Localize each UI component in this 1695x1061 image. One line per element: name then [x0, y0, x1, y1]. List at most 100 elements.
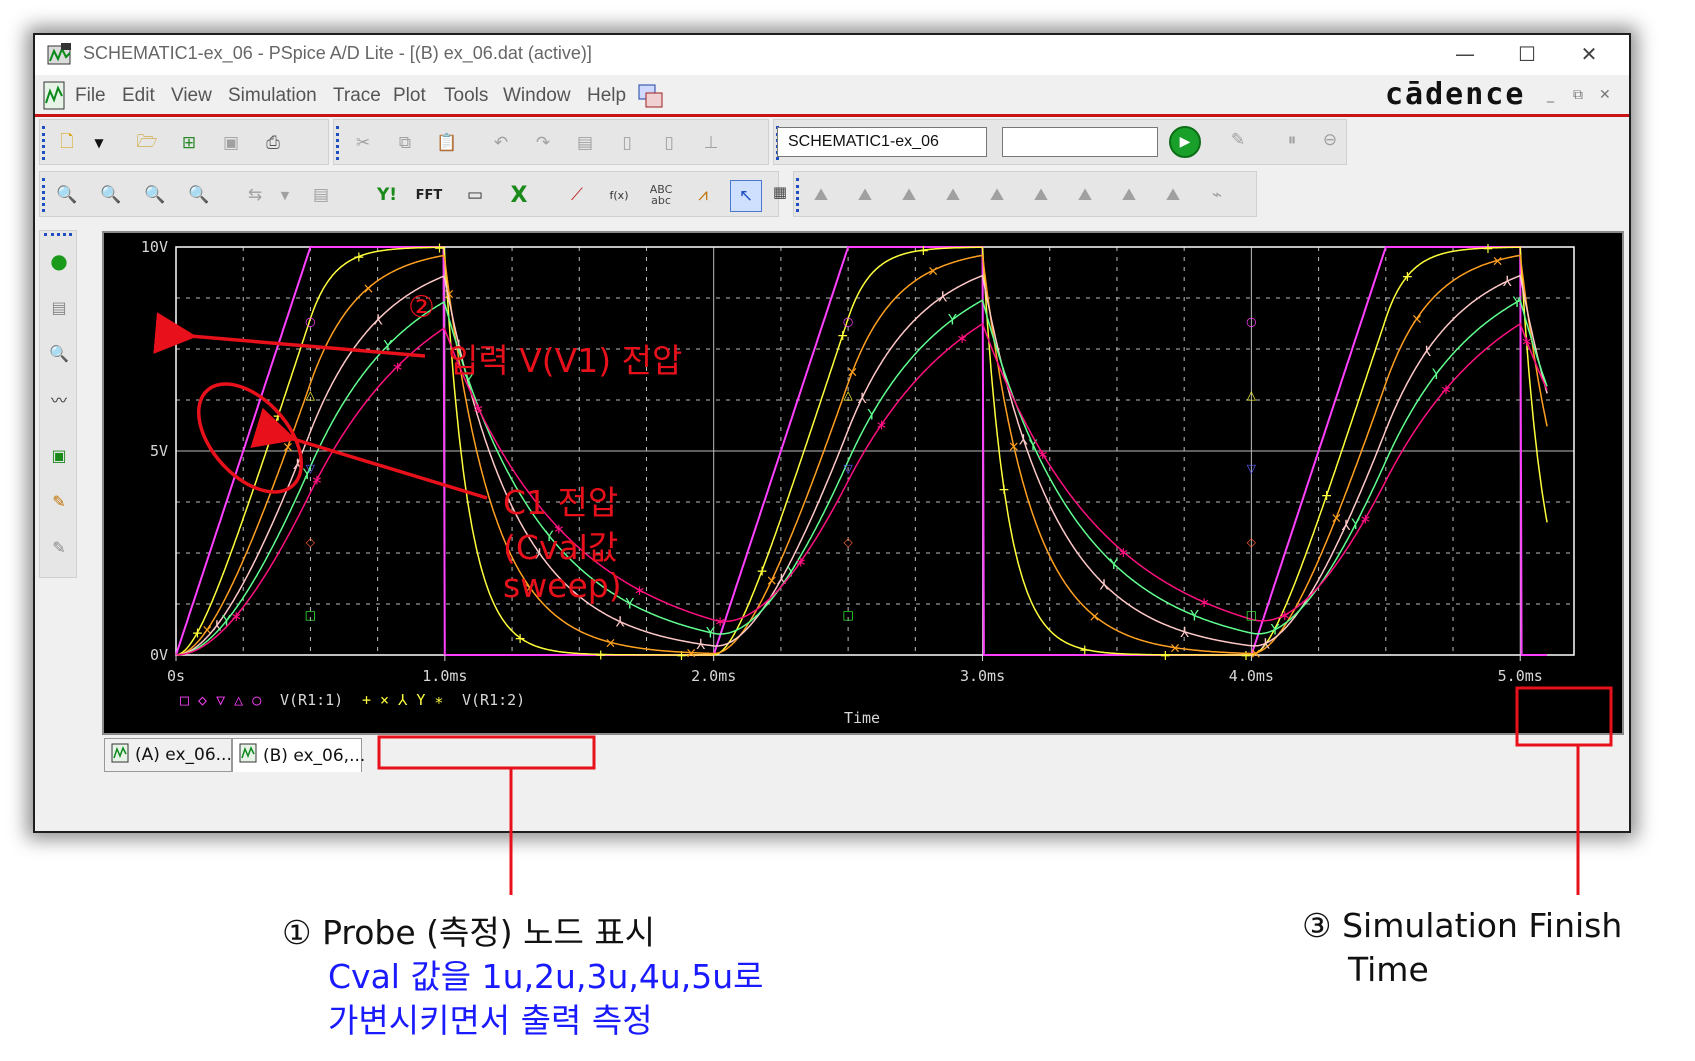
copy-icon[interactable]: ⧉ — [390, 128, 420, 158]
document-icon[interactable] — [43, 81, 67, 115]
toolbar-grip[interactable] — [796, 178, 802, 212]
probe-plot-window[interactable]: + + + + + + + + + + + + + + + + + × × × × × × × × × × × × × × × × × ⅄ ⅄ ⅄ ⅄ ⅄ ⅄… — [102, 231, 1624, 735]
node-marker: ▽ — [843, 461, 853, 475]
node-marker: □ — [1246, 608, 1257, 622]
zoom-out-icon[interactable]: 🔍 — [96, 180, 126, 210]
schematic-select[interactable]: SCHEMATIC1-ex_06 — [777, 127, 987, 157]
cursor-peak-icon[interactable]: ⩘ — [688, 180, 718, 210]
markers-icon[interactable]: ⊥ — [696, 128, 726, 158]
menu-simulation[interactable]: Simulation — [228, 85, 317, 107]
menu-file[interactable]: File — [75, 85, 106, 107]
menu-window[interactable]: Window — [503, 85, 571, 107]
zoom-fit-icon[interactable]: 🔍 — [52, 180, 82, 210]
redo-icon[interactable]: ↷ — [528, 128, 558, 158]
toolbar-grip[interactable] — [336, 126, 342, 160]
cursor-next-transition-icon[interactable]: ⛰ — [1114, 180, 1144, 210]
add-trace-icon[interactable]: ⟋ — [562, 180, 592, 210]
view-output-file-icon[interactable]: 🔍 — [45, 339, 73, 367]
paste-icon[interactable]: 📋 — [432, 128, 462, 158]
y-tick-label: 10V — [141, 238, 168, 256]
save-icon[interactable]: ▣ — [216, 128, 246, 158]
mark-point-icon[interactable]: ⌁ — [1202, 180, 1232, 210]
minimize-button[interactable]: — — [1445, 41, 1485, 67]
tab-ex06-a[interactable]: (A) ex_06... — [104, 738, 232, 772]
log-axis-icon[interactable]: ⇆ — [240, 180, 270, 210]
toggle-marker-icon[interactable]: ▯ — [654, 128, 684, 158]
excel-export-icon[interactable]: X — [504, 180, 534, 210]
edit-waveform-icon[interactable]: ✎ — [45, 487, 73, 515]
mdi-close-button[interactable]: ✕ — [1599, 87, 1611, 103]
tab-ex06-b[interactable]: (B) ex_06,... — [232, 738, 365, 772]
maximize-button[interactable]: ☐ — [1507, 41, 1547, 67]
text-label-icon[interactable]: ABC abc — [646, 180, 676, 210]
performance-analysis-icon[interactable]: ▭ — [460, 180, 490, 210]
append-waveform-icon[interactable]: ⊞ — [174, 128, 204, 158]
toolbar-grip[interactable] — [42, 126, 48, 160]
cursor-search-icon[interactable]: ⛰ — [1070, 180, 1100, 210]
trace-marker: × — [1411, 311, 1423, 327]
menu-trace[interactable]: Trace — [333, 85, 381, 107]
trace-marker: ∗ — [1440, 382, 1452, 398]
node-marker: ▽ — [1247, 461, 1257, 475]
simulation-profile-input[interactable] — [1002, 127, 1158, 157]
cursor-peak-icon[interactable]: ⛰ — [806, 180, 836, 210]
toolbar-grip[interactable] — [44, 233, 72, 239]
cascade-windows-icon[interactable] — [637, 83, 665, 115]
menu-view[interactable]: View — [171, 85, 212, 107]
edit-simulation-settings-icon[interactable]: ✎ — [1223, 125, 1253, 155]
output-window-icon[interactable]: ▤ — [45, 293, 73, 321]
annotation-2-number: ② — [408, 290, 435, 325]
menu-help[interactable]: Help — [587, 85, 626, 107]
close-button[interactable]: ✕ — [1569, 41, 1609, 67]
trace-marker: ∗ — [392, 359, 404, 375]
eval-measurement-icon[interactable]: f(x) — [604, 180, 634, 210]
chevron-down-icon[interactable]: ▼ — [270, 180, 300, 210]
y-tick-label: 5V — [150, 442, 168, 460]
mark-label-icon[interactable]: ▦ — [765, 177, 795, 207]
toolbar-grip[interactable] — [42, 178, 48, 212]
trace-marker: Y — [383, 338, 393, 354]
settings-icon[interactable]: ✎ — [45, 533, 73, 561]
note-finish-line2: Time — [1348, 950, 1429, 989]
node-marker: ▽ — [306, 461, 316, 475]
run-simulation-button[interactable]: ▶ — [1169, 126, 1201, 158]
mdi-restore-button[interactable]: ⧉ — [1573, 87, 1583, 103]
cursor-toolbar-group: ⛰ ⛰ ⛰ ⛰ ⛰ ⛰ ⛰ ⛰ ⛰ ⌁ — [793, 171, 1257, 217]
trace-marker: × — [363, 281, 375, 297]
pause-simulation-icon[interactable]: ⏸ — [1277, 125, 1307, 155]
menu-plot[interactable]: Plot — [393, 85, 426, 107]
waveform-plot[interactable]: ++++++ ++++++ + ++++××× ×××××××××× ××××⅄⅄⅄⅄⅄⅄… — [104, 233, 1622, 733]
cursor-point-icon[interactable]: ⛰ — [1026, 180, 1056, 210]
cursor-trough-icon[interactable]: ⛰ — [850, 180, 880, 210]
print-icon[interactable]: ⎙ — [258, 128, 288, 158]
trace-marker: + — [918, 243, 930, 259]
pspice-app-icon[interactable] — [47, 43, 73, 71]
simulation-status-icon[interactable]: ● — [45, 247, 73, 275]
cursor-slope-icon[interactable]: ⛰ — [894, 180, 924, 210]
select-cursor-icon[interactable]: ↖ — [730, 180, 762, 212]
menu-tools[interactable]: Tools — [444, 85, 488, 107]
cut-icon[interactable]: ✂ — [348, 128, 378, 158]
open-folder-icon[interactable]: 🗁 — [132, 128, 162, 158]
cursor-prev-transition-icon[interactable]: ⛰ — [1158, 180, 1188, 210]
menu-edit[interactable]: Edit — [122, 85, 155, 107]
mark-data-points-icon[interactable]: ▤ — [570, 128, 600, 158]
log-yaxis-icon[interactable]: Y! — [372, 180, 402, 210]
insert-marker-icon[interactable]: ▯ — [612, 128, 642, 158]
zoom-in-icon[interactable]: 🔍 — [184, 180, 214, 210]
waveform-icon[interactable]: 〰 — [45, 385, 73, 413]
fft-icon[interactable]: FFT — [414, 180, 444, 210]
cursor-max-icon[interactable]: ⛰ — [982, 180, 1012, 210]
plot-grid — [175, 246, 1575, 656]
undo-icon[interactable]: ↶ — [486, 128, 516, 158]
copy-plot-icon[interactable]: ▤ — [306, 180, 336, 210]
stop-simulation-icon[interactable]: ⊖ — [1315, 125, 1345, 155]
cursor-min-icon[interactable]: ⛰ — [938, 180, 968, 210]
new-file-icon[interactable]: 🗋 — [52, 128, 82, 158]
mdi-minimize-button[interactable]: _ — [1547, 87, 1554, 103]
trace-marker: ⅄ — [373, 312, 383, 328]
note-probe-line1: ① Probe (측정) 노드 표시 — [282, 913, 656, 952]
zoom-area-icon[interactable]: 🔍 — [140, 180, 170, 210]
add-plot-icon[interactable]: ▣ — [45, 441, 73, 469]
chevron-down-icon[interactable]: ▼ — [84, 128, 114, 158]
